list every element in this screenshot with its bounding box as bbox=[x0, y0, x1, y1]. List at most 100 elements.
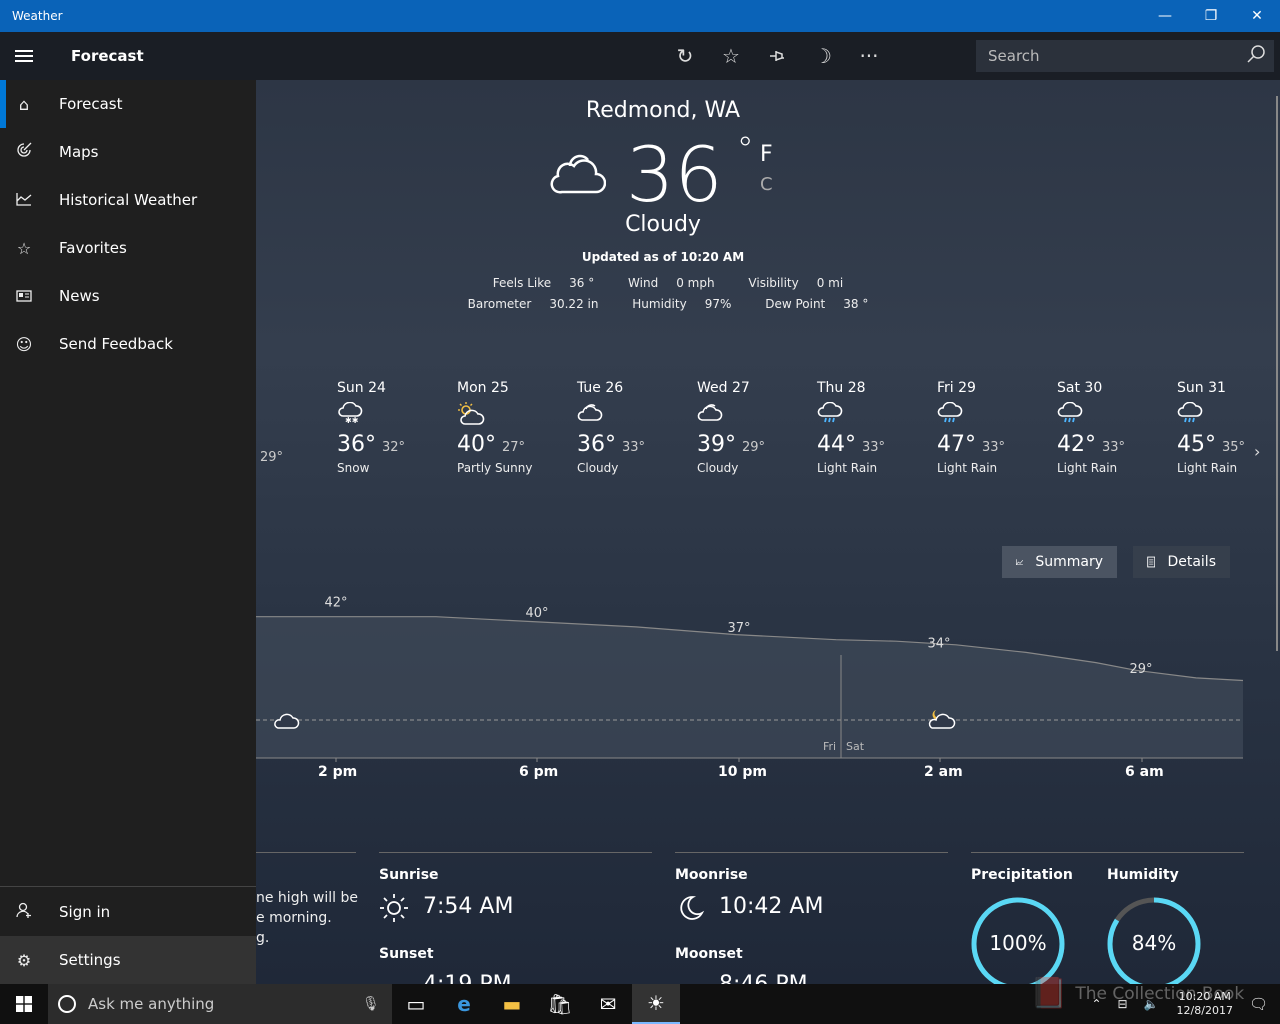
sign-in-label: Sign in bbox=[59, 903, 111, 921]
day-condition: Partly Sunny bbox=[457, 461, 533, 475]
sidebar-item-news[interactable]: News bbox=[0, 272, 256, 320]
temperature-value: 36 bbox=[626, 130, 723, 219]
task-view-button[interactable]: ▭ bbox=[392, 984, 440, 1024]
document-icon bbox=[1147, 556, 1156, 568]
star-list-icon: ☆ bbox=[16, 238, 32, 258]
day-temps: 44° 33° bbox=[817, 432, 927, 457]
partly-sunny-icon bbox=[457, 402, 567, 430]
page-title: Forecast bbox=[71, 47, 144, 65]
snow-icon: ✱✱ bbox=[337, 401, 447, 430]
day-high: 36° bbox=[337, 432, 376, 457]
feels-like: Feels Like 36 ° bbox=[483, 276, 594, 290]
sidebar-item-historical-weather[interactable]: Historical Weather bbox=[0, 176, 256, 224]
settings-button[interactable]: ⚙ Settings bbox=[0, 936, 256, 984]
day-temps: 36° 32° bbox=[337, 432, 447, 457]
day-name: Sun 24 bbox=[337, 380, 386, 396]
sidebar-item-send-feedback[interactable]: ☺ Send Feedback bbox=[0, 320, 256, 368]
sidebar-item-label: Maps bbox=[59, 143, 99, 161]
sidebar-item-label: Favorites bbox=[59, 239, 127, 257]
daily-forecast-item[interactable]: Thu 28 44° 33° Light Rain bbox=[817, 380, 927, 475]
feels-like-value: 36 ° bbox=[569, 276, 595, 290]
sun-icon bbox=[380, 894, 408, 922]
unit-celsius[interactable]: C bbox=[760, 174, 773, 195]
day-high: 47° bbox=[937, 432, 976, 457]
theme-button[interactable]: ☽ bbox=[800, 32, 846, 80]
microphone-icon[interactable]: 🎙 bbox=[362, 996, 392, 1012]
day-temps: 36° 33° bbox=[577, 432, 687, 457]
time-label: 2 am bbox=[924, 764, 963, 780]
day-low: 29° bbox=[742, 440, 766, 455]
sidebar-item-forecast[interactable]: ⌂ Forecast bbox=[0, 80, 256, 128]
temperature-area bbox=[256, 616, 1243, 758]
refresh-icon: ↻ bbox=[676, 44, 694, 68]
task-view-icon: ▭ bbox=[406, 992, 426, 1016]
day-low: 35° bbox=[1222, 440, 1246, 455]
refresh-button[interactable]: ↻ bbox=[662, 32, 708, 80]
sunset-label: Sunset bbox=[379, 946, 434, 962]
humidity-detail-value: 84% bbox=[1131, 931, 1177, 955]
minimize-button[interactable]: — bbox=[1142, 0, 1188, 32]
stats-row-2: Barometer 30.22 in Humidity 97% Dew Point 3… bbox=[256, 297, 1070, 311]
search-box bbox=[976, 40, 1274, 72]
location-name: Redmond, WA bbox=[585, 98, 741, 123]
day-high: 40° bbox=[457, 432, 496, 457]
summary-button[interactable]: Summary bbox=[1002, 546, 1117, 578]
start-button[interactable] bbox=[0, 984, 48, 1024]
day-low: 32° bbox=[382, 440, 406, 455]
news-icon bbox=[0, 287, 48, 306]
more-button[interactable]: ··· bbox=[846, 32, 892, 80]
smiley-icon: ☺ bbox=[15, 334, 33, 354]
rain-icon bbox=[1177, 401, 1280, 430]
day-high: 45° bbox=[1177, 432, 1216, 457]
scrollbar[interactable] bbox=[1276, 96, 1278, 651]
favorite-button[interactable]: ☆ bbox=[708, 32, 754, 80]
restore-button[interactable]: ❐ bbox=[1188, 0, 1234, 32]
search-input[interactable] bbox=[988, 47, 1238, 65]
visibility-value: 0 mi bbox=[816, 276, 844, 290]
file-explorer-button[interactable]: ▬ bbox=[488, 984, 536, 1024]
wind: Wind 0 mph bbox=[618, 276, 715, 290]
cortana-search-box[interactable]: Ask me anything 🎙 bbox=[48, 984, 392, 1024]
daily-forecast-item[interactable]: Wed 27 39° 29° Cloudy bbox=[697, 380, 807, 475]
sidebar-item-maps[interactable]: Maps bbox=[0, 128, 256, 176]
sun-icon: ☀ bbox=[647, 991, 665, 1015]
daily-forecast-item[interactable]: Mon 25 40° 27° Partly Sunny bbox=[457, 380, 567, 475]
dew-point-label: Dew Point bbox=[765, 297, 826, 311]
details-button[interactable]: Details bbox=[1133, 546, 1230, 578]
barometer-value: 30.22 in bbox=[549, 297, 599, 311]
pin-button[interactable] bbox=[754, 32, 800, 80]
daily-forecast-item[interactable]: Fri 29 47° 33° Light Rain bbox=[937, 380, 1047, 475]
cloud-icon bbox=[550, 154, 606, 194]
daily-forecast-item[interactable]: Sat 30 42° 33° Light Rain bbox=[1057, 380, 1167, 475]
day-temps: 42° 33° bbox=[1057, 432, 1167, 457]
unit-fahrenheit[interactable]: F bbox=[760, 142, 773, 167]
settings-label: Settings bbox=[59, 951, 121, 969]
close-button[interactable]: ✕ bbox=[1234, 0, 1280, 32]
summary-line: g. bbox=[256, 930, 270, 946]
weather-app-button[interactable]: ☀ bbox=[632, 984, 680, 1024]
moonrise-time: 10:42 AM bbox=[719, 894, 824, 919]
sidebar-item-favorites[interactable]: ☆ Favorites bbox=[0, 224, 256, 272]
daily-forecast-item[interactable]: Tue 26 36° 33° Cloudy bbox=[577, 380, 687, 475]
next-days-button[interactable]: › bbox=[1254, 442, 1260, 461]
day-high: 36° bbox=[577, 432, 616, 457]
window-titlebar: Weather — ❐ ✕ bbox=[0, 0, 1280, 32]
store-button[interactable]: 🛍 bbox=[536, 984, 584, 1024]
feels-like-label: Feels Like bbox=[492, 276, 552, 290]
day-temps: 47° 33° bbox=[937, 432, 1047, 457]
dew-point: Dew Point 38 ° bbox=[755, 297, 868, 311]
notifications-icon[interactable]: 🗨 bbox=[1249, 995, 1268, 1013]
sign-in-button[interactable]: Sign in bbox=[0, 888, 256, 936]
daily-forecast-item[interactable]: Sun 31 45° 35° Light Rain bbox=[1177, 380, 1280, 475]
hamburger-menu-button[interactable] bbox=[0, 32, 48, 80]
search-button[interactable] bbox=[1238, 44, 1274, 69]
moonrise-label: Moonrise bbox=[675, 867, 748, 883]
window-title: Weather bbox=[12, 9, 63, 23]
dew-point-value: 38 ° bbox=[843, 297, 869, 311]
hourly-temp-label: 42° bbox=[324, 596, 347, 611]
edge-button[interactable]: e bbox=[440, 984, 488, 1024]
details-label: Details bbox=[1167, 554, 1216, 570]
mail-button[interactable]: ✉ bbox=[584, 984, 632, 1024]
daily-forecast-item[interactable]: Sun 24 ✱✱ 36° 32° Snow bbox=[337, 380, 447, 475]
day-name: Thu 28 bbox=[817, 380, 866, 396]
